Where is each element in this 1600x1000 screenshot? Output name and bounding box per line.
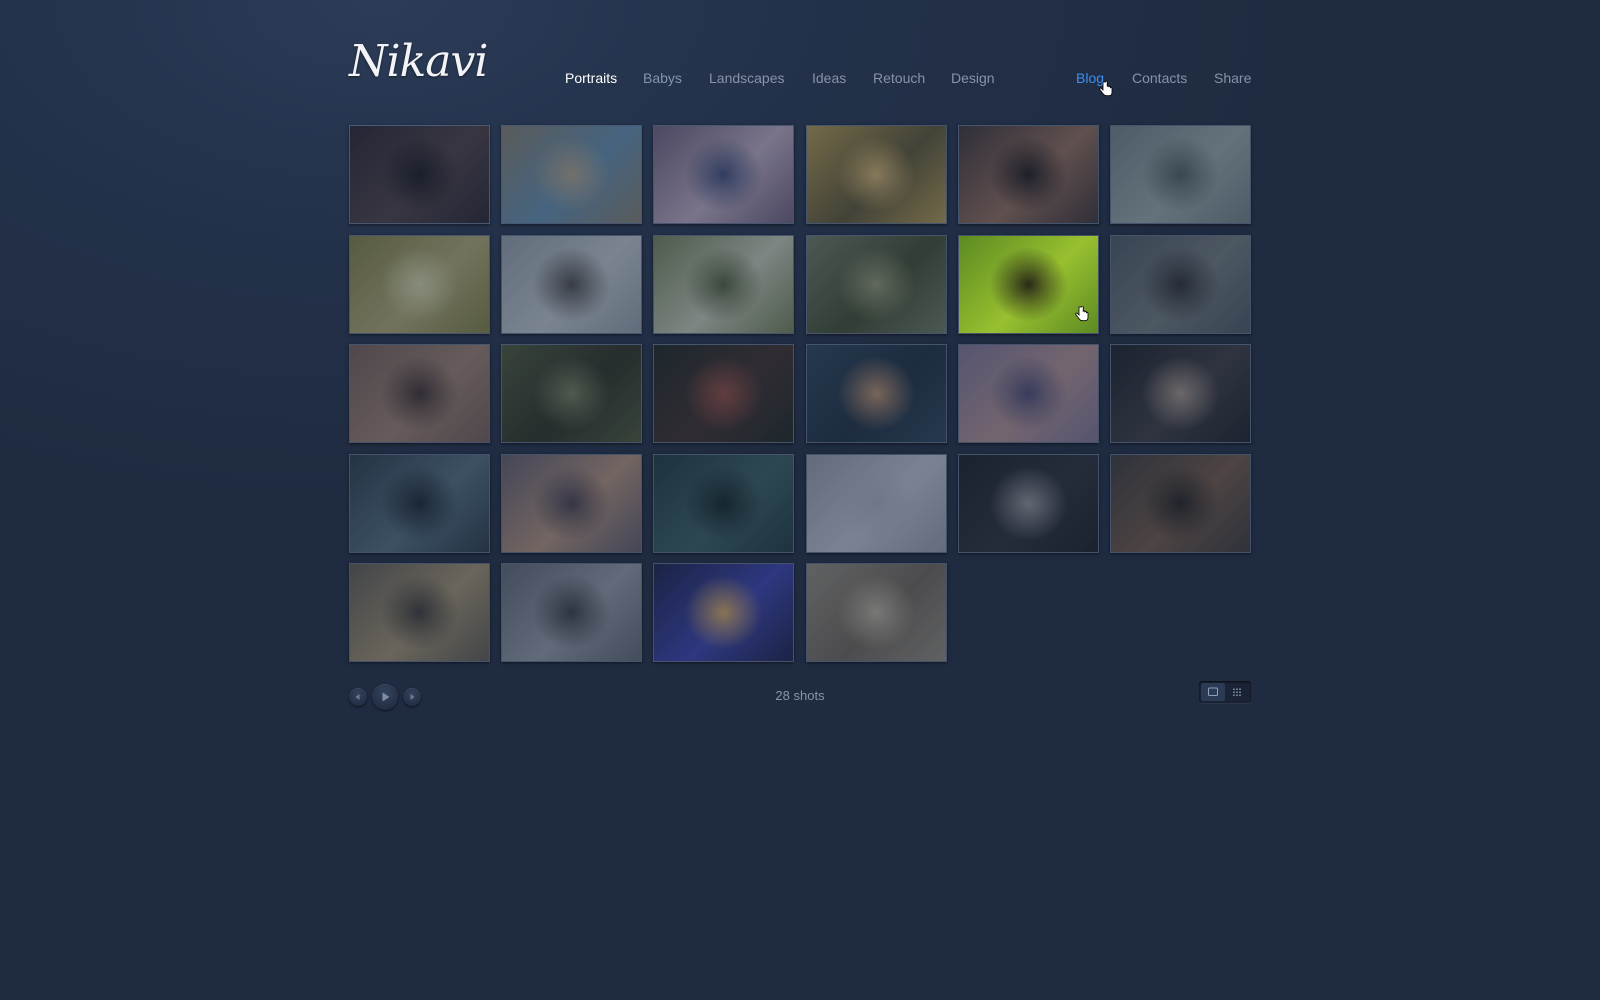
grid-view-icon <box>1233 688 1241 696</box>
photo-thumbnail-man-snow-jacket[interactable] <box>501 563 642 662</box>
brand-logo[interactable]: Nikavi <box>349 36 488 87</box>
photo-dim-overlay <box>1111 455 1250 552</box>
photo-thumbnail-woman-wide-hat-sand[interactable] <box>806 125 947 224</box>
hand-cursor-icon <box>1099 80 1113 97</box>
photo-dim-overlay <box>654 236 793 333</box>
photo-dim-overlay <box>654 564 793 661</box>
photo-thumbnail-blonde-woman-pink-backdrop[interactable] <box>501 454 642 553</box>
photo-dim-overlay <box>807 126 946 223</box>
nav-item-landscapes[interactable]: Landscapes <box>709 70 785 86</box>
photo-dim-overlay <box>654 345 793 442</box>
photo-thumbnail-woman-red-dress-night[interactable] <box>653 344 794 443</box>
photo-dim-overlay <box>959 345 1098 442</box>
photo-dim-overlay <box>807 455 946 552</box>
photo-dim-overlay <box>502 236 641 333</box>
photo-dim-overlay <box>502 345 641 442</box>
photo-dim-overlay <box>959 126 1098 223</box>
photo-thumbnail-woman-white-headscarf[interactable] <box>349 235 490 334</box>
shot-count: 28 shots <box>775 688 825 703</box>
photo-dim-overlay <box>654 455 793 552</box>
hand-cursor-icon <box>1075 306 1089 322</box>
photo-dim-overlay <box>350 126 489 223</box>
photo-dim-overlay <box>959 455 1098 552</box>
nav-item-share[interactable]: Share <box>1214 70 1251 86</box>
photo-dim-overlay <box>1111 126 1250 223</box>
photo-dim-overlay <box>350 345 489 442</box>
single-view-icon <box>1208 687 1218 696</box>
photo-thumbnail-man-bokeh-lights[interactable] <box>653 563 794 662</box>
photo-thumbnail-woman-rusty-wall[interactable] <box>349 344 490 443</box>
photo-thumbnail-woman-braided-hair-closeup[interactable] <box>958 344 1099 443</box>
photo-thumbnail-woman-curly-hair-portrait[interactable] <box>1110 454 1251 553</box>
photo-thumbnail-woman-white-dress-flowers[interactable] <box>653 235 794 334</box>
grid-view-button[interactable] <box>1225 683 1249 701</box>
photo-dim-overlay <box>502 126 641 223</box>
photo-thumbnail-woman-brunette-white-wall[interactable] <box>501 235 642 334</box>
photo-thumbnail-woman-mossy-rocks[interactable] <box>501 344 642 443</box>
photo-thumbnail-woman-smoking-dark[interactable] <box>1110 344 1251 443</box>
photo-thumbnail-blonde-woman-looking-up[interactable] <box>349 563 490 662</box>
nav-item-contacts[interactable]: Contacts <box>1132 70 1187 86</box>
photo-thumbnail-man-lying-on-branches[interactable] <box>501 125 642 224</box>
photo-thumbnail-blonde-woman-ferns[interactable] <box>1110 125 1251 224</box>
photo-dim-overlay <box>350 236 489 333</box>
photo-thumbnail-woman-black-hat[interactable] <box>958 125 1099 224</box>
photo-dim-overlay <box>807 564 946 661</box>
photo-thumbnail-man-sunglasses-dark[interactable] <box>958 454 1099 553</box>
photo-dim-overlay <box>1111 236 1250 333</box>
photo-dim-overlay <box>654 126 793 223</box>
nav-item-ideas[interactable]: Ideas <box>812 70 846 86</box>
photo-dim-overlay <box>350 564 489 661</box>
photo-thumbnail-girl-green-leaves[interactable] <box>958 235 1099 334</box>
photo-dim-overlay <box>807 236 946 333</box>
photo-dim-overlay <box>502 455 641 552</box>
view-toggle <box>1199 681 1251 703</box>
photo-thumbnail-woman-grey-fedora[interactable] <box>1110 235 1251 334</box>
photo-thumbnail-woman-pixie-cut-teal[interactable] <box>653 454 794 553</box>
photo-dim-overlay <box>1111 345 1250 442</box>
photo-dim-overlay <box>502 564 641 661</box>
photo-thumbnail-woman-short-hair-studio[interactable] <box>806 344 947 443</box>
photo-dim-overlay <box>807 345 946 442</box>
page: Nikavi Portraits Babys Landscapes Ideas … <box>349 0 1251 1000</box>
nav-item-portraits[interactable]: Portraits <box>565 70 617 86</box>
photo-thumbnail-three-women-dark[interactable] <box>349 454 490 553</box>
photo-dim-overlay <box>350 455 489 552</box>
single-view-button[interactable] <box>1201 683 1225 701</box>
nav-item-babys[interactable]: Babys <box>643 70 682 86</box>
photo-thumbnail-woman-white-scarf-sitting[interactable] <box>806 454 947 553</box>
nav-item-retouch[interactable]: Retouch <box>873 70 925 86</box>
nav-item-design[interactable]: Design <box>951 70 995 86</box>
photo-thumbnail-woman-closeup-beige[interactable] <box>806 563 947 662</box>
photo-thumbnail-girl-sitting-in-field[interactable] <box>806 235 947 334</box>
photo-thumbnail-man-smoking-doorway[interactable] <box>349 125 490 224</box>
photo-thumbnail-woman-mirror-reflection[interactable] <box>653 125 794 224</box>
